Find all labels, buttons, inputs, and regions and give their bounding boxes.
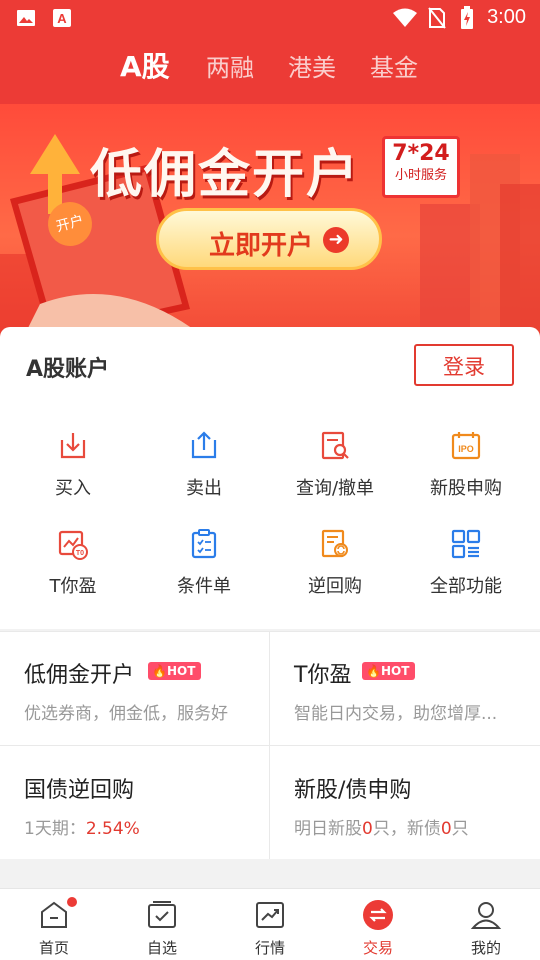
promo-t-profit[interactable]: T你盈 🔥HOT 智能日内交易，助您增厚... (270, 631, 539, 744)
app-notification-icon: A (53, 9, 71, 27)
function-t-profit[interactable]: T0 T你盈 (8, 528, 138, 618)
promo-banner[interactable]: 开户 低佣金开户 7*24 小时服务 立即开户 ➜ (0, 104, 540, 344)
t-profit-icon: T0 (58, 530, 88, 560)
tab-funds[interactable]: 基金 (370, 48, 418, 83)
function-buy[interactable]: 买入 (8, 430, 138, 520)
query-cancel-icon (321, 431, 349, 460)
function-ipo[interactable]: IPO 新股申购 (401, 430, 531, 520)
account-title: A股账户 (26, 357, 110, 382)
function-label: 新股申购 (430, 478, 502, 499)
ipo-stock-count: 0 (362, 819, 373, 839)
open-account-label: 立即开户 (209, 231, 314, 261)
sell-icon (191, 431, 217, 459)
gallery-icon (17, 10, 35, 26)
promo-title: 国债逆回购 (24, 778, 135, 803)
promo-low-commission[interactable]: 低佣金开户 🔥HOT 优选券商，佣金低，服务好 (0, 631, 269, 744)
nav-profile[interactable]: 我的 (432, 889, 540, 960)
function-label: T你盈 (49, 576, 97, 597)
buy-icon (60, 433, 86, 459)
market-tabs: A股 两融 港美 基金 (0, 48, 540, 98)
profile-icon (470, 902, 502, 929)
arrow-right-icon: ➜ (323, 227, 349, 253)
home-icon (41, 901, 67, 928)
repo-rate: 2.54% (85, 819, 140, 839)
svg-text:IPO: IPO (458, 444, 474, 454)
nav-label: 我的 (470, 939, 501, 957)
promo-title: T你盈 (294, 663, 352, 688)
promo-subtitle: 1天期：2.54% (24, 814, 140, 839)
status-bar: A 3:00 (0, 0, 540, 36)
watchlist-icon (148, 901, 176, 928)
repo-term: 1天期： (24, 819, 86, 839)
nav-watchlist[interactable]: 自选 (108, 889, 216, 960)
function-all[interactable]: 全部功能 (401, 528, 531, 618)
login-button[interactable]: 登录 (414, 344, 514, 386)
trade-icon (363, 900, 393, 930)
ipo-text: 只，新债 (372, 819, 441, 839)
tab-hk-us[interactable]: 港美 (288, 48, 336, 83)
svg-text:A: A (57, 11, 67, 26)
banner-title: 低佣金开户 (90, 145, 361, 205)
service-badge-label: 小时服务 (394, 168, 447, 183)
promo-title: 低佣金开户 (24, 663, 135, 688)
function-label: 全部功能 (430, 576, 502, 597)
ipo-text: 只 (451, 819, 469, 839)
open-account-button[interactable]: 立即开户 ➜ (156, 208, 382, 270)
app-root: A 3:00 A股 两融 港美 基金 开户 低佣金开户 7*24 小时服务 立即… (0, 0, 540, 960)
svg-text:T0: T0 (76, 550, 84, 557)
nav-home[interactable]: 首页 (0, 889, 108, 960)
hot-badge: 🔥HOT (362, 662, 416, 680)
nav-label: 首页 (38, 939, 69, 957)
wifi-icon (393, 8, 417, 27)
notification-dot (67, 897, 77, 907)
reverse-repo-icon (321, 529, 348, 558)
bottom-nav: 首页 自选 行情 交易 我的 (0, 888, 540, 960)
account-card: A股账户 登录 买入 卖出 查询/撤单 IPO 新股申购 T0 T你盈 条件单 … (0, 327, 540, 629)
battery-charging-icon (461, 6, 473, 29)
function-sell[interactable]: 卖出 (139, 430, 269, 520)
function-label: 逆回购 (308, 576, 362, 597)
no-sim-icon (428, 7, 446, 29)
service-badge-hours: 7*24 (392, 141, 450, 166)
ipo-bond-count: 0 (440, 819, 452, 839)
tab-a-shares[interactable]: A股 (120, 45, 170, 85)
nav-label: 交易 (362, 939, 393, 957)
function-label: 查询/撤单 (295, 478, 375, 499)
promo-grid: 低佣金开户 🔥HOT 优选券商，佣金低，服务好 T你盈 🔥HOT 智能日内交易，… (0, 631, 540, 859)
promo-ipo-bond[interactable]: 新股/债申购 明日新股0只，新债0只 (270, 746, 539, 859)
function-label: 卖出 (186, 478, 222, 499)
flame-icon: 🔥 (366, 664, 381, 678)
flame-icon: 🔥 (152, 664, 167, 678)
all-functions-icon (451, 529, 481, 559)
ipo-text: 明日新股 (294, 819, 362, 839)
clock: 3:00 (487, 6, 526, 28)
nav-label: 自选 (146, 939, 177, 957)
promo-subtitle: 智能日内交易，助您增厚... (294, 704, 498, 724)
nav-label: 行情 (254, 939, 285, 957)
promo-subtitle: 优选券商，佣金低，服务好 (24, 704, 228, 724)
function-label: 条件单 (177, 576, 231, 597)
function-label: 买入 (55, 478, 91, 499)
hot-badge-text: HOT (166, 664, 196, 678)
service-badge: 7*24 小时服务 (382, 136, 460, 198)
function-reverse-repo[interactable]: 逆回购 (270, 528, 400, 618)
nav-market[interactable]: 行情 (216, 889, 324, 960)
top-bar: A 3:00 A股 两融 港美 基金 (0, 0, 540, 106)
market-icon (256, 902, 284, 928)
ipo-icon: IPO (451, 432, 481, 460)
function-conditional-order[interactable]: 条件单 (139, 528, 269, 618)
function-query-cancel[interactable]: 查询/撤单 (270, 430, 400, 520)
conditional-order-icon (191, 529, 217, 559)
promo-subtitle: 明日新股0只，新债0只 (294, 814, 469, 839)
promo-title: 新股/债申购 (294, 778, 412, 803)
hot-badge: 🔥HOT (148, 662, 202, 680)
nav-trade[interactable]: 交易 (324, 889, 432, 960)
hot-badge-text: HOT (380, 664, 410, 678)
promo-bond-repo[interactable]: 国债逆回购 1天期：2.54% (0, 746, 269, 859)
tab-margin[interactable]: 两融 (206, 48, 254, 83)
